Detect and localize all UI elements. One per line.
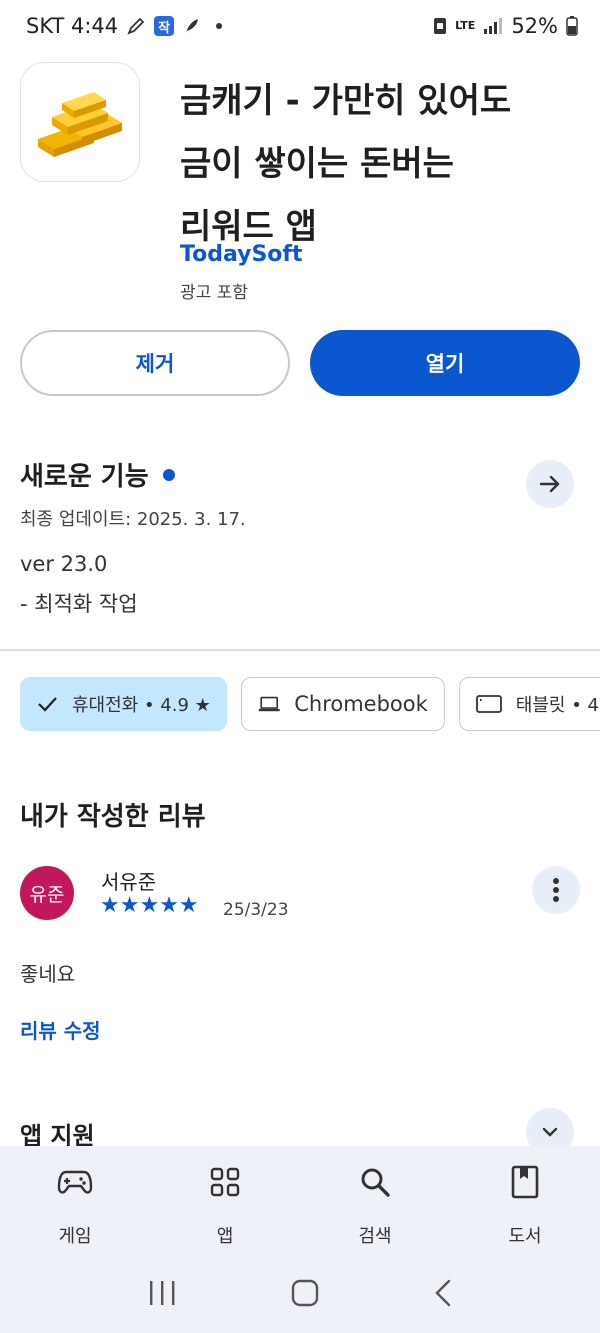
developer-link[interactable]: TodaySoft bbox=[180, 242, 303, 267]
recents-icon bbox=[149, 1280, 175, 1305]
app-notification-badge: 작 bbox=[154, 16, 175, 36]
more-notifications-dot bbox=[216, 23, 223, 29]
system-navigation-bar bbox=[0, 1256, 600, 1333]
nav-apps-label: 앱 bbox=[216, 1226, 234, 1247]
section-divider bbox=[0, 649, 600, 651]
whats-new-title: 새로운 기능 bbox=[20, 462, 149, 492]
star-rating: ★★★★★ bbox=[100, 894, 199, 918]
review-text: 좋네요 bbox=[20, 962, 76, 986]
feather-icon bbox=[182, 16, 202, 36]
chip-phone[interactable]: 휴대전화 • 4.9 ★ bbox=[20, 677, 227, 731]
nav-books-label: 도서 bbox=[508, 1226, 542, 1247]
whats-new-arrow-button[interactable] bbox=[526, 460, 574, 508]
app-title-line-2: 금이 쌓이는 돈버는 bbox=[180, 144, 454, 184]
status-left: SKT 4:44 작 bbox=[26, 14, 223, 38]
status-right: LTE 52% bbox=[433, 14, 578, 38]
laptop-icon bbox=[258, 696, 280, 712]
bottom-navigation: 게임 앱 검색 도서 bbox=[0, 1146, 600, 1256]
reviewer-name: 서유준 bbox=[101, 870, 157, 894]
back-icon bbox=[435, 1279, 451, 1306]
action-buttons: 제거 열기 bbox=[20, 330, 580, 396]
chip-tablet-label: 태블릿 • 4 bbox=[515, 695, 599, 716]
review-date: 25/3/23 bbox=[223, 900, 289, 920]
home-icon bbox=[291, 1279, 319, 1306]
whats-new-heading: 새로운 기능 bbox=[20, 456, 580, 493]
status-bar: SKT 4:44 작 LTE 52% bbox=[0, 0, 600, 52]
whats-new-section: 새로운 기능 최종 업데이트: 2025. 3. 17. ver 23.0 - … bbox=[20, 456, 580, 616]
star-icon: ★★★★★ bbox=[100, 893, 199, 918]
more-vert-icon bbox=[553, 878, 559, 902]
chip-chromebook-label: Chromebook bbox=[294, 692, 428, 716]
my-review-heading: 내가 작성한 리뷰 bbox=[20, 802, 206, 832]
avatar: 유준 bbox=[20, 866, 74, 920]
gamepad-icon bbox=[57, 1164, 93, 1200]
release-notes: - 최적화 작업 bbox=[20, 592, 138, 616]
chip-phone-label: 휴대전화 • 4.9 ★ bbox=[72, 695, 211, 716]
home-button[interactable] bbox=[290, 1278, 320, 1312]
tablet-icon bbox=[475, 695, 502, 713]
network-type: LTE bbox=[455, 19, 476, 32]
open-button[interactable]: 열기 bbox=[310, 330, 580, 396]
sim-icon bbox=[433, 17, 447, 35]
nav-games-label: 게임 bbox=[58, 1226, 92, 1247]
contains-ads-label: 광고 포함 bbox=[180, 283, 248, 303]
apps-grid-icon bbox=[210, 1164, 240, 1200]
search-icon bbox=[359, 1164, 391, 1200]
chevron-down-icon bbox=[542, 1127, 558, 1137]
battery-icon bbox=[566, 16, 578, 36]
nav-search[interactable]: 검색 bbox=[300, 1146, 450, 1256]
chip-tablet[interactable]: 태블릿 • 4 bbox=[458, 677, 600, 731]
battery-percent: 52% bbox=[511, 14, 558, 38]
arrow-right-icon bbox=[539, 475, 560, 493]
check-icon bbox=[38, 697, 57, 712]
signal-icon bbox=[483, 17, 503, 35]
review-more-button[interactable] bbox=[532, 866, 580, 914]
nav-games[interactable]: 게임 bbox=[0, 1146, 150, 1256]
version-text: ver 23.0 bbox=[20, 552, 108, 576]
my-review-section: 내가 작성한 리뷰 유준 서유준 ★★★★★ 25/3/23 좋네요 리뷰 수정 bbox=[20, 796, 580, 1043]
app-icon bbox=[20, 62, 140, 182]
carrier-time: SKT 4:44 bbox=[26, 14, 119, 38]
last-updated: 최종 업데이트: 2025. 3. 17. bbox=[20, 509, 246, 530]
nav-search-label: 검색 bbox=[358, 1226, 392, 1247]
gold-bars-icon bbox=[38, 92, 122, 157]
nav-apps[interactable]: 앱 bbox=[150, 1146, 300, 1256]
back-button[interactable] bbox=[433, 1278, 453, 1312]
book-icon bbox=[511, 1164, 539, 1200]
edit-review-link[interactable]: 리뷰 수정 bbox=[20, 1015, 101, 1044]
uninstall-button[interactable]: 제거 bbox=[20, 330, 290, 396]
recents-button[interactable] bbox=[147, 1279, 177, 1311]
app-title-line-1: 금캐기 - 가만히 있어도 bbox=[180, 81, 512, 121]
app-title: 금캐기 - 가만히 있어도 금이 쌓이는 돈버는 리워드 앱 bbox=[180, 70, 580, 259]
new-indicator-dot bbox=[162, 468, 175, 481]
pen-icon bbox=[126, 16, 146, 36]
nav-books[interactable]: 도서 bbox=[450, 1146, 600, 1256]
device-filter-chips: 휴대전화 • 4.9 ★ Chromebook 태블릿 • 4 bbox=[20, 677, 600, 731]
chip-chromebook[interactable]: Chromebook bbox=[240, 677, 445, 731]
